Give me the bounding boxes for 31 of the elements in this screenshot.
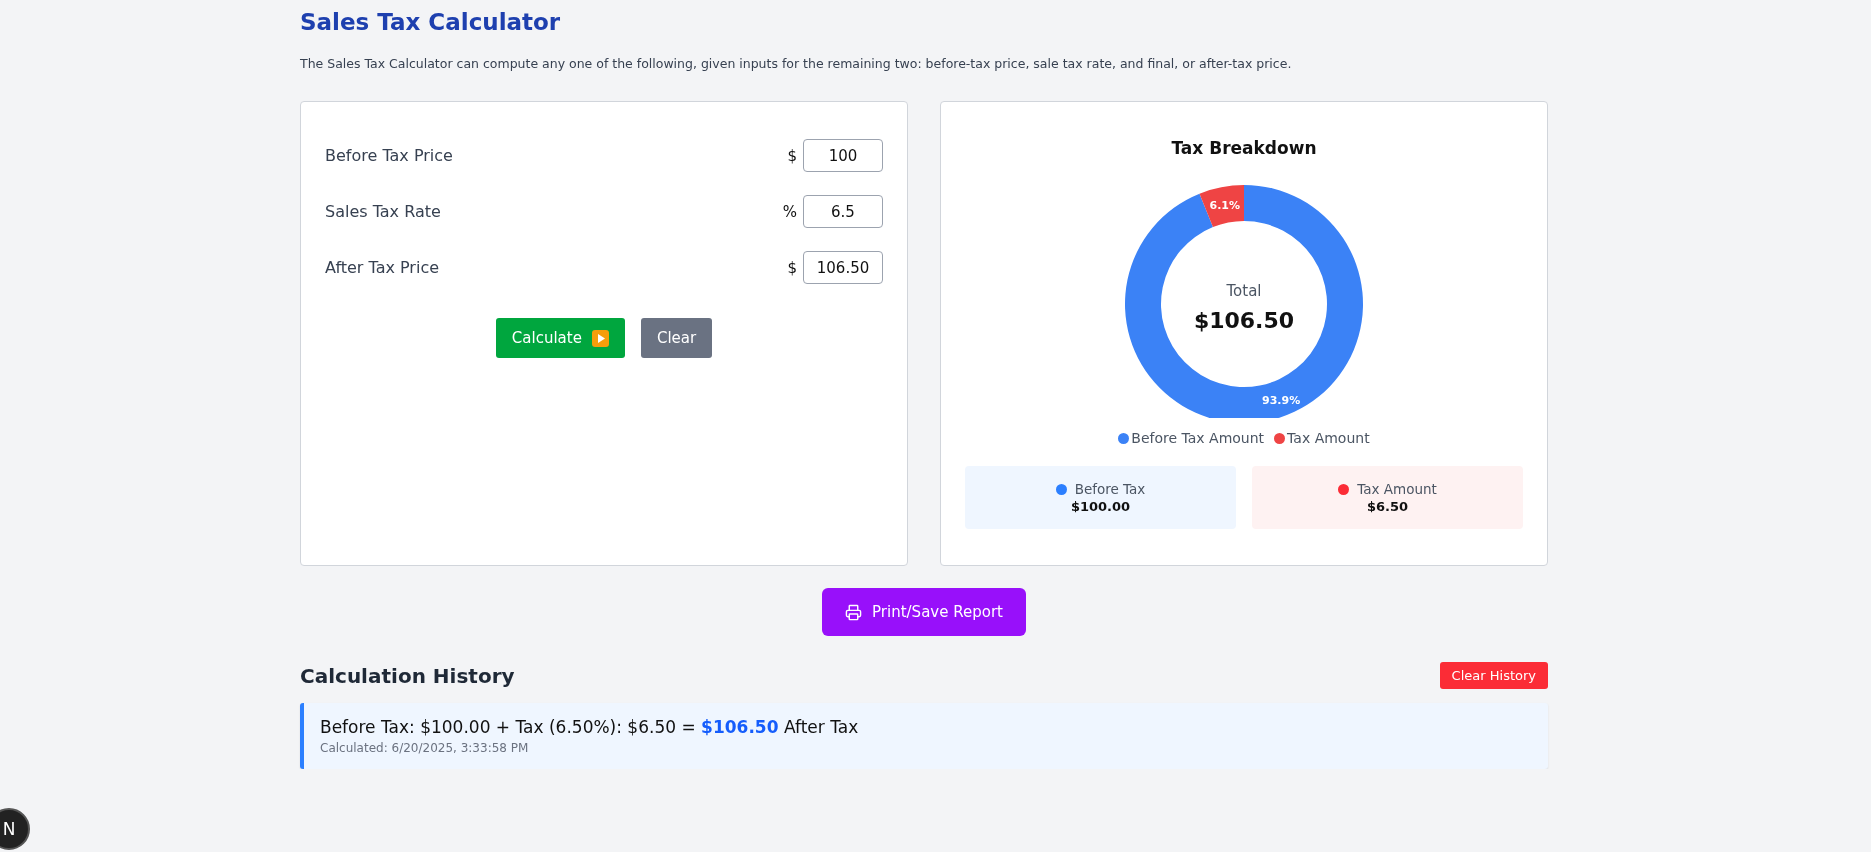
summary-value: $6.50 bbox=[1366, 499, 1409, 514]
play-icon bbox=[591, 329, 609, 347]
summary-label: Before Tax bbox=[1055, 481, 1146, 497]
unit-label: $ bbox=[787, 258, 797, 277]
slice-label: 93.9% bbox=[1262, 394, 1301, 408]
field-label: Sales Tax Rate bbox=[325, 202, 441, 221]
history-title: Calculation History bbox=[300, 663, 515, 688]
chart-title: Tax Breakdown bbox=[1171, 138, 1317, 158]
legend-item: Tax Amount bbox=[1274, 430, 1370, 446]
unit-label: $ bbox=[787, 146, 797, 165]
print-button[interactable]: Print/Save Report bbox=[822, 588, 1026, 636]
clear-history-button[interactable]: Clear History bbox=[1439, 662, 1548, 689]
page-title: Sales Tax Calculator bbox=[300, 8, 562, 37]
slice-label: 6.1% bbox=[1209, 198, 1240, 212]
summary-value: $100.00 bbox=[1070, 499, 1131, 514]
printer-icon bbox=[845, 603, 863, 621]
unit-label: % bbox=[782, 202, 797, 221]
dev-badge[interactable]: N bbox=[0, 808, 30, 850]
legend-item: Before Tax Amount bbox=[1118, 430, 1265, 446]
field-label: Before Tax Price bbox=[325, 146, 453, 165]
history-text: Before Tax: $100.00 + Tax (6.50%): $6.50 = $106.50 After Tax bbox=[320, 717, 860, 737]
summary-label: Tax Amount bbox=[1338, 481, 1437, 497]
total-label: Total bbox=[1226, 282, 1262, 300]
field-label: After Tax Price bbox=[325, 258, 440, 277]
description: The Sales Tax Calculator can compute any one of the following, given inputs for the remaining two: before-tax price, sale tax rate, and final, or after-tax price. bbox=[300, 56, 1293, 71]
total-value: $106.50 bbox=[1193, 308, 1295, 333]
input-field[interactable]: 100 bbox=[803, 139, 883, 172]
input-field[interactable]: 106.50 bbox=[803, 251, 883, 284]
input-field[interactable]: 6.5 bbox=[803, 195, 883, 228]
history-time: Calculated: 6/20/2025, 3:33:58 PM bbox=[320, 741, 530, 755]
clear-button[interactable]: Clear bbox=[640, 318, 713, 358]
